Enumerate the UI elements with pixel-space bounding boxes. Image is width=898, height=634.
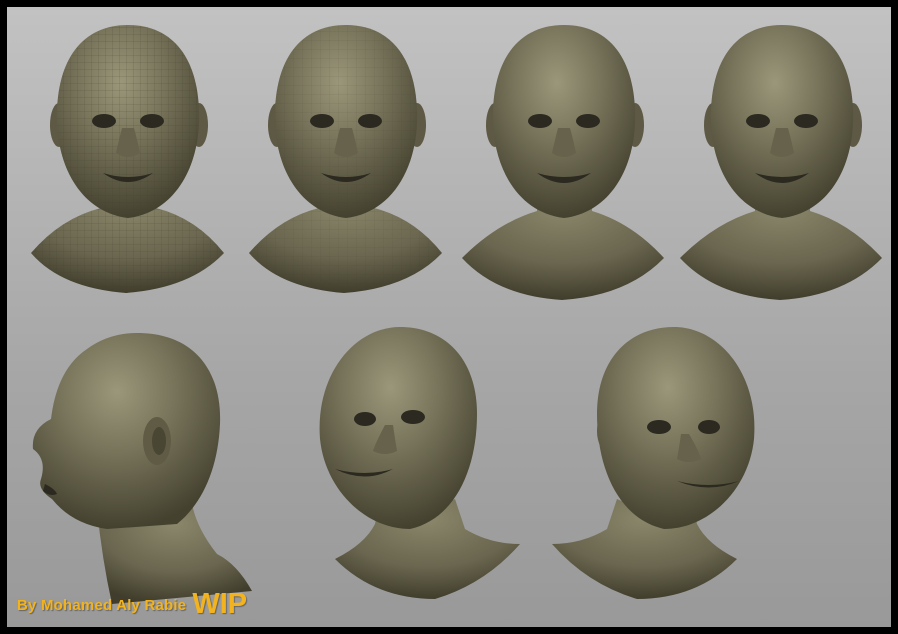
wip-label: WIP	[192, 588, 248, 620]
head-front-smooth-1	[462, 25, 664, 300]
head-three-quarter-right	[552, 327, 755, 599]
head-three-quarter-left	[319, 327, 520, 599]
render-canvas: By Mohamed Aly Rabie WIP	[7, 7, 891, 627]
author-credit: By Mohamed Aly Rabie	[17, 597, 187, 614]
head-side-profile	[32, 333, 252, 604]
head-front-wireframe-dense	[31, 25, 224, 293]
image-frame: By Mohamed Aly Rabie WIP	[0, 0, 898, 634]
head-front-smooth-2	[680, 25, 882, 300]
credit-caption: By Mohamed Aly Rabie WIP	[17, 585, 248, 620]
head-front-wireframe-light	[249, 25, 442, 293]
